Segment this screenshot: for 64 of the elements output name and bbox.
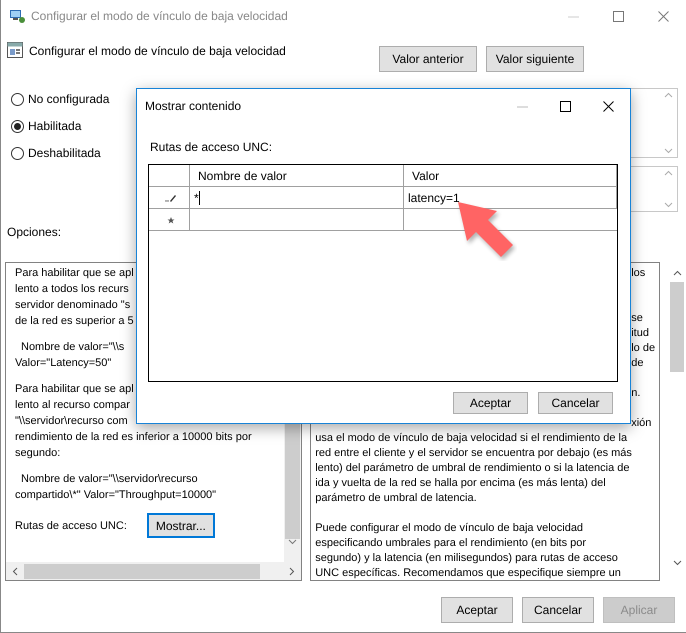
help-text: lento) del parámetro de umbral de rendimiento o si la latencia de (315, 462, 630, 474)
help-text: los (631, 267, 646, 279)
scroll-down-icon (672, 560, 682, 566)
help-text: especificando umbrales para el rendimiento (en bits por (315, 537, 586, 549)
scroll-up-icon (664, 92, 673, 98)
new-row-icon (167, 216, 175, 224)
table-cell[interactable]: * (190, 187, 404, 209)
maximize-icon (613, 10, 624, 22)
radio-label[interactable]: Habilitada (28, 119, 82, 133)
text-cursor (198, 190, 200, 204)
nav-button[interactable]: Valor anterior (379, 46, 477, 72)
row-header[interactable] (149, 187, 190, 209)
close-icon (658, 10, 669, 22)
help-paragraph: Nombre de valor="\\servidor\recurso compartido\*" Valor="Throughput=10000" (15, 472, 216, 503)
help-text: usa el modo de vínculo de baja velocidad si el rendimiento de la (315, 432, 628, 444)
dialog-button[interactable]: Cancelar (538, 392, 613, 414)
scroll-down-icon (664, 148, 673, 154)
scroll-up-icon (664, 170, 673, 176)
pencil-icon (165, 192, 177, 203)
help-text: se (631, 312, 643, 324)
help-paragraph: Para habilitar que se apl lento al recurso compar "\\servidor\recurso com rendimiento de la red es inferior a 10000 bits por segundo: (15, 382, 252, 461)
help-text: ida y vuelta de la red se halla por encima (es más lenta) del (315, 477, 606, 489)
dialog-button[interactable]: Aceptar (453, 392, 528, 414)
app-icon (9, 8, 25, 24)
footer-button[interactable]: Aceptar (441, 597, 513, 623)
scroll-right-icon (289, 566, 296, 576)
maximize-icon (560, 100, 571, 112)
column-header: Nombre de valor (190, 165, 404, 187)
scrollbar-thumb[interactable] (670, 282, 684, 372)
scroll-down-icon (664, 202, 673, 208)
show-button[interactable]: Mostrar... (146, 513, 215, 538)
scroll-up-icon (672, 270, 682, 276)
radio-button[interactable] (11, 92, 24, 106)
help-text: parámetro de umbral de latencia. (315, 492, 477, 504)
radio-label[interactable]: No configurada (28, 92, 110, 106)
field-label: Rutas de acceso UNC: (150, 140, 272, 154)
help-text: red entre el cliente y el servidor se encuentra por debajo (es más (315, 447, 632, 459)
help-text: Puede configurar el modo de vínculo de baja velocidad (315, 522, 584, 534)
setting-title: Configurar el modo de vínculo de baja velocidad (29, 44, 287, 58)
close-icon (603, 100, 614, 112)
radio-button[interactable] (11, 146, 24, 160)
help-text: itud (631, 327, 649, 339)
footer-button[interactable]: Cancelar (522, 597, 594, 623)
section-label: Opciones: (7, 225, 62, 239)
scrollbar-thumb[interactable] (24, 564, 260, 578)
scroll-left-icon (12, 566, 18, 576)
window-title: Configurar el modo de vínculo de baja velocidad (31, 9, 289, 23)
dialog-title: Mostrar contenido (145, 99, 242, 113)
field-label: Rutas de acceso UNC: (15, 518, 127, 534)
help-text: xión (631, 417, 652, 429)
help-text: lo de (631, 342, 656, 354)
radio-button[interactable] (11, 120, 24, 132)
scroll-down-icon (288, 539, 298, 545)
help-paragraph: Nombre de valor="\\s Valor="Latency=50" (15, 340, 124, 371)
corner-cell (149, 165, 190, 187)
nav-button[interactable]: Valor siguiente (486, 46, 584, 72)
help-text: UNC específicas. Recomendamos que especifique siempre un (315, 567, 621, 579)
help-text: de (631, 357, 644, 369)
radio-label[interactable]: Deshabilitada (28, 146, 101, 160)
help-text: n. (631, 387, 640, 399)
help-paragraph: Para habilitar que se apl lento a todos los recurs servidor denominado "s de la red es superior a 5 (15, 266, 134, 329)
policy-icon (7, 42, 23, 58)
help-text: segundo) y la latencia (en milisegundos) para rutas de acceso (315, 552, 618, 564)
column-header: Valor (404, 165, 617, 187)
